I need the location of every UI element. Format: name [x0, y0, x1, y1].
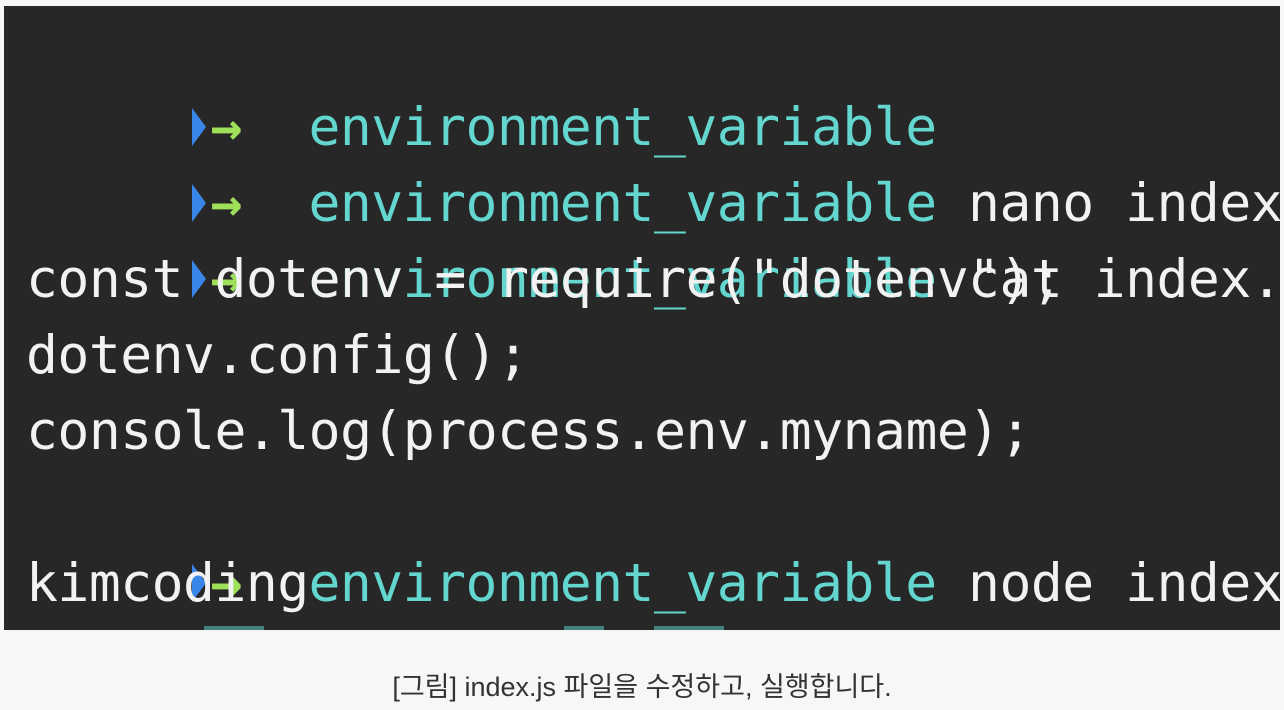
figure: → environment_variable → environment_varia…: [0, 0, 1284, 710]
terminal-output-line: const dotenv = require("dotenv");: [26, 249, 1063, 310]
terminal-prompt-line: →environment_variable node index.js: [4, 470, 1280, 614]
terminal-output-line: console.log(process.env.myname);: [26, 401, 1032, 462]
terminal-output-line: kimcoding: [26, 553, 309, 614]
prompt-directory: environment_variable: [308, 553, 937, 614]
cropped-next-line: [4, 618, 804, 630]
terminal-window[interactable]: → environment_variable → environment_varia…: [4, 6, 1280, 630]
terminal-output-line: dotenv.config();: [26, 325, 529, 386]
prompt-command: node index.js: [968, 553, 1280, 614]
terminal-prompt-line: →environment_variable cat index.js: [4, 166, 1280, 310]
figure-caption: [그림] index.js 파일을 수정하고, 실행합니다.: [392, 672, 892, 702]
terminal-prompt-line: →environment_variable nano index.js: [4, 90, 1280, 234]
terminal-prompt-line: → environment_variable: [4, 14, 937, 158]
